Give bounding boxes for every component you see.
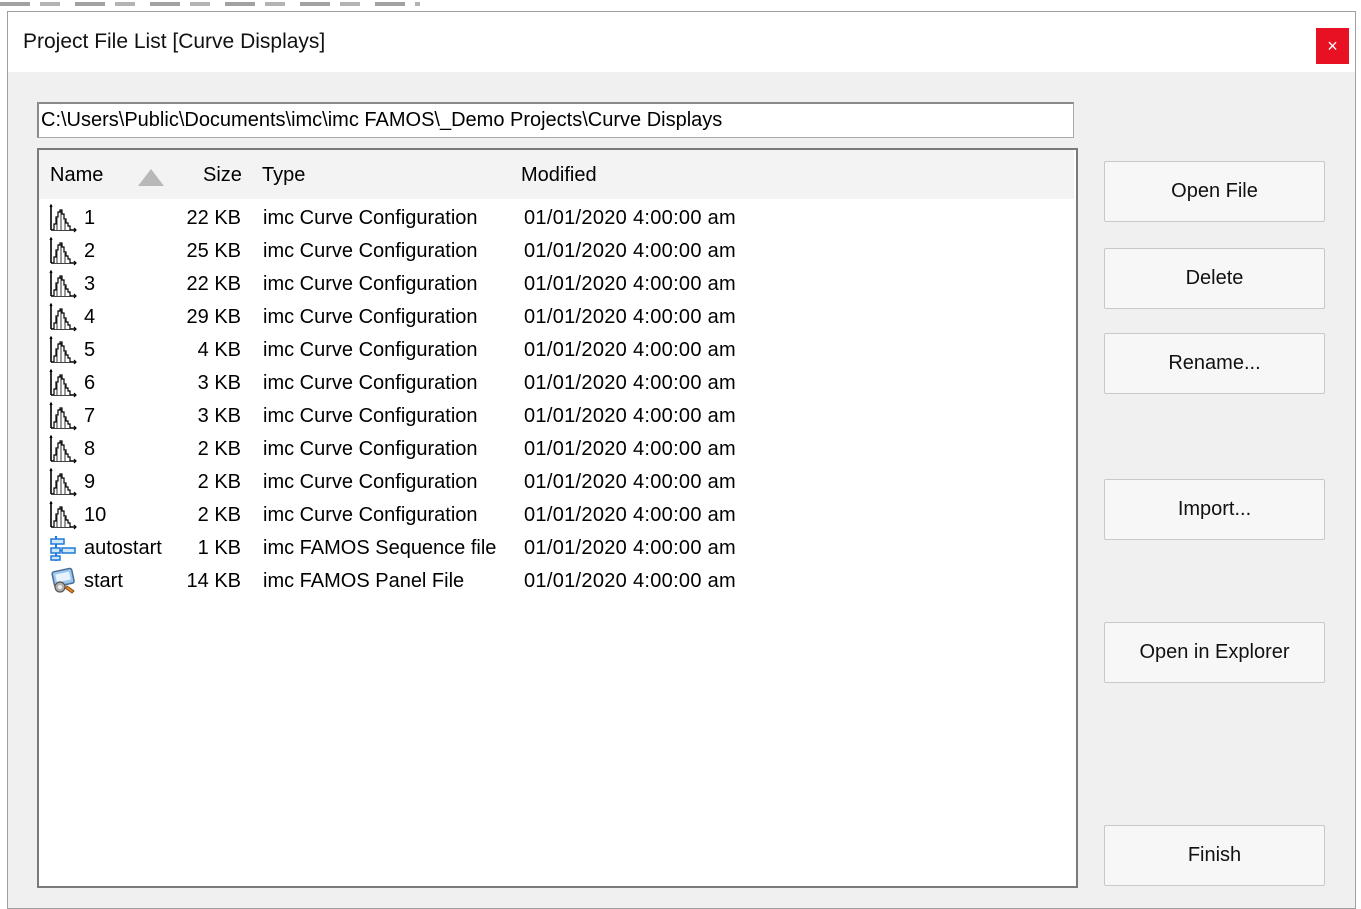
file-row[interactable]: 2 25 KB imc Curve Configuration 01/01/2020 … bbox=[39, 235, 1074, 268]
rename-button[interactable]: Rename... bbox=[1104, 333, 1325, 394]
file-size: 14 KB bbox=[186, 570, 241, 592]
file-row[interactable]: 8 2 KB imc Curve Configuration 01/01/2020 4… bbox=[39, 433, 1074, 466]
file-name: 2 bbox=[84, 240, 96, 262]
curve-configuration-icon bbox=[48, 434, 78, 464]
file-type: imc Curve Configuration bbox=[263, 306, 478, 328]
file-size: 3 KB bbox=[197, 405, 241, 427]
file-modified: 01/01/2020 4:00:00 am bbox=[524, 306, 737, 328]
window-title: Project File List [Curve Displays] bbox=[23, 30, 326, 53]
file-name: 3 bbox=[84, 273, 96, 295]
open-file-button[interactable]: Open File bbox=[1104, 161, 1325, 222]
file-type: imc Curve Configuration bbox=[263, 405, 478, 427]
file-size: 2 KB bbox=[197, 504, 241, 526]
file-type: imc Curve Configuration bbox=[263, 372, 478, 394]
curve-configuration-icon bbox=[48, 368, 78, 398]
file-row[interactable]: start 14 KB imc FAMOS Panel File 01/01/2020… bbox=[39, 565, 1074, 598]
file-name: 5 bbox=[84, 339, 96, 361]
file-row[interactable]: 6 3 KB imc Curve Configuration 01/01/2020 4… bbox=[39, 367, 1074, 400]
file-size: 4 KB bbox=[197, 339, 241, 361]
file-row[interactable]: 3 22 KB imc Curve Configuration 01/01/2020 … bbox=[39, 268, 1074, 301]
file-type: imc Curve Configuration bbox=[263, 273, 478, 295]
file-modified: 01/01/2020 4:00:00 am bbox=[524, 471, 737, 493]
file-size: 2 KB bbox=[197, 471, 241, 493]
file-modified: 01/01/2020 4:00:00 am bbox=[524, 240, 737, 262]
close-button[interactable]: × bbox=[1316, 28, 1349, 64]
file-size: 2 KB bbox=[197, 438, 241, 460]
delete-button[interactable]: Delete bbox=[1104, 248, 1325, 309]
finish-button[interactable]: Finish bbox=[1104, 825, 1325, 886]
file-name: 10 bbox=[84, 504, 107, 526]
file-type: imc Curve Configuration bbox=[263, 240, 478, 262]
file-size: 29 KB bbox=[186, 306, 241, 328]
import-button[interactable]: Import... bbox=[1104, 479, 1325, 540]
file-name: 9 bbox=[84, 471, 96, 493]
file-name: start bbox=[84, 570, 123, 592]
file-row[interactable]: 10 2 KB imc Curve Configuration 01/01/2020 … bbox=[39, 499, 1074, 532]
project-file-list-dialog: Project File List [Curve Displays] × C:\… bbox=[7, 11, 1356, 909]
file-type: imc Curve Configuration bbox=[263, 504, 478, 526]
file-name: 7 bbox=[84, 405, 96, 427]
column-header-name[interactable]: Name bbox=[50, 164, 103, 187]
file-type: imc Curve Configuration bbox=[263, 339, 478, 361]
open-in-explorer-button[interactable]: Open in Explorer bbox=[1104, 622, 1325, 683]
file-name: 8 bbox=[84, 438, 96, 460]
file-row[interactable]: autostart 1 KB imc FAMOS Sequence file 01/0… bbox=[39, 532, 1074, 565]
file-size: 22 KB bbox=[186, 273, 241, 295]
file-modified: 01/01/2020 4:00:00 am bbox=[524, 438, 737, 460]
file-modified: 01/01/2020 4:00:00 am bbox=[524, 405, 737, 427]
file-size: 25 KB bbox=[186, 240, 241, 262]
file-name: 1 bbox=[84, 207, 96, 229]
column-header-modified[interactable]: Modified bbox=[521, 164, 597, 187]
file-size: 3 KB bbox=[197, 372, 241, 394]
column-header-size[interactable]: Size bbox=[203, 164, 242, 187]
file-modified: 01/01/2020 4:00:00 am bbox=[524, 207, 737, 229]
file-list[interactable]: Name Size Type Modified 1 22 KB imc Curve … bbox=[37, 148, 1078, 888]
sort-ascending-icon bbox=[138, 169, 164, 186]
file-size: 22 KB bbox=[186, 207, 241, 229]
file-modified: 01/01/2020 4:00:00 am bbox=[524, 372, 737, 394]
file-type: imc Curve Configuration bbox=[263, 471, 478, 493]
file-size: 1 KB bbox=[197, 537, 241, 559]
curve-configuration-icon bbox=[48, 401, 78, 431]
file-row[interactable]: 9 2 KB imc Curve Configuration 01/01/2020 4… bbox=[39, 466, 1074, 499]
file-type: imc FAMOS Sequence file bbox=[263, 537, 497, 559]
file-row[interactable]: 5 4 KB imc Curve Configuration 01/01/2020 4… bbox=[39, 334, 1074, 367]
file-row[interactable]: 4 29 KB imc Curve Configuration 01/01/2020 … bbox=[39, 301, 1074, 334]
curve-configuration-icon bbox=[48, 269, 78, 299]
file-name: 4 bbox=[84, 306, 96, 328]
sequence-file-icon bbox=[48, 533, 78, 563]
project-path-field[interactable]: C:\Users\Public\Documents\imc\imc FAMOS\… bbox=[37, 102, 1074, 138]
file-modified: 01/01/2020 4:00:00 am bbox=[524, 339, 737, 361]
file-modified: 01/01/2020 4:00:00 am bbox=[524, 273, 737, 295]
curve-configuration-icon bbox=[48, 500, 78, 530]
file-modified: 01/01/2020 4:00:00 am bbox=[524, 570, 737, 592]
file-modified: 01/01/2020 4:00:00 am bbox=[524, 504, 737, 526]
file-list-header: Name Size Type Modified bbox=[39, 150, 1074, 199]
file-name: 6 bbox=[84, 372, 96, 394]
file-type: imc Curve Configuration bbox=[263, 207, 478, 229]
curve-configuration-icon bbox=[48, 236, 78, 266]
column-header-type[interactable]: Type bbox=[262, 164, 305, 187]
file-row[interactable]: 1 22 KB imc Curve Configuration 01/01/2020 … bbox=[39, 202, 1074, 235]
panel-file-icon bbox=[48, 566, 78, 596]
file-type: imc Curve Configuration bbox=[263, 438, 478, 460]
file-type: imc FAMOS Panel File bbox=[263, 570, 465, 592]
file-modified: 01/01/2020 4:00:00 am bbox=[524, 537, 737, 559]
curve-configuration-icon bbox=[48, 335, 78, 365]
file-row[interactable]: 7 3 KB imc Curve Configuration 01/01/2020 4… bbox=[39, 400, 1074, 433]
curve-configuration-icon bbox=[48, 467, 78, 497]
curve-configuration-icon bbox=[48, 302, 78, 332]
curve-configuration-icon bbox=[48, 203, 78, 233]
title-bar[interactable]: Project File List [Curve Displays] × bbox=[8, 12, 1355, 72]
